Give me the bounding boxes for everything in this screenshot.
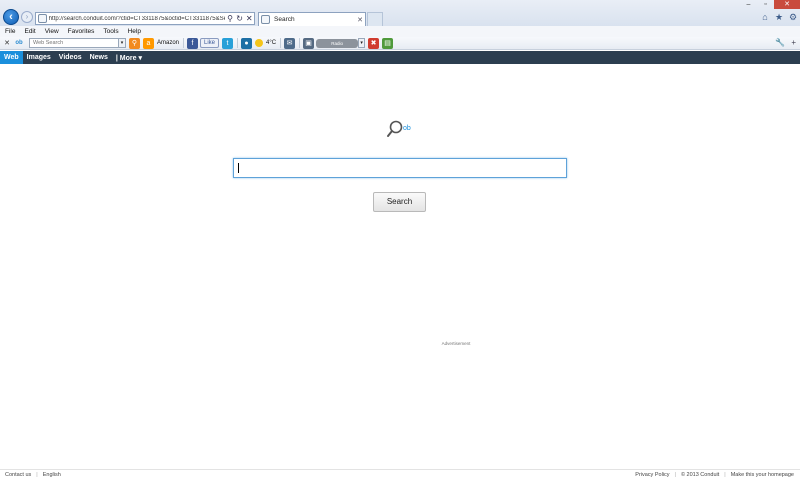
chevron-down-icon[interactable]: ▾ [119,38,126,48]
favorites-star-icon[interactable]: ★ [774,12,784,23]
toolbar-close-icon[interactable]: ✕ [2,39,12,47]
copyright-text: © 2013 Conduit [680,472,720,478]
radio-chevron-down-icon[interactable]: ▾ [358,38,366,48]
menu-edit[interactable]: Edit [24,26,44,37]
menu-view[interactable]: View [45,26,68,37]
settings-gear-icon[interactable]: ⚙ [788,12,798,23]
browser-chrome: ‹ › http://search.conduit.com/?ctid=CT33… [0,0,800,26]
tab-images[interactable]: Images [23,51,55,64]
facebook-like-button[interactable]: Like [200,38,220,48]
more-menu[interactable]: | More ▾ [112,54,146,62]
window-controls: – ▫ ✕ [740,0,800,9]
footer-divider: | [36,472,38,478]
menu-favorites[interactable]: Favorites [68,26,104,37]
app-icon[interactable]: ● [241,37,253,49]
tab-web[interactable]: Web [0,51,23,64]
back-arrow-icon[interactable]: ‹ [3,9,19,25]
refresh-icon[interactable]: ↻ [235,13,245,24]
add-icon[interactable]: + [791,38,796,47]
toolbar-divider [183,38,185,48]
tab-search[interactable]: Search ✕ [258,12,366,26]
weather-temp[interactable]: 4°C [266,40,276,46]
stop-icon[interactable]: ✕ [244,13,254,24]
menu-file[interactable]: File [5,26,24,37]
new-tab-button[interactable] [367,12,383,26]
trash-icon[interactable]: ✖ [368,37,380,49]
language-link[interactable]: English [43,472,61,478]
toolbar-app-icon[interactable]: ▣ [303,37,315,49]
tab-title: Search [274,16,295,23]
minimize-button[interactable]: – [740,0,757,9]
maximize-button[interactable]: ▫ [757,0,774,9]
contact-us-link[interactable]: Contact us [5,472,31,478]
wrench-icon[interactable]: 🔧 [775,38,785,47]
privacy-policy-link[interactable]: Privacy Policy [635,472,669,478]
weather-sun-icon[interactable] [255,39,264,47]
forward-arrow-icon[interactable]: › [21,11,33,23]
facebook-icon[interactable]: f [187,37,199,49]
footer-divider: | [674,472,676,478]
address-search-icon[interactable]: ⚲ [225,13,235,24]
tab-news[interactable]: News [86,51,112,64]
footer: Contact us | English Privacy Policy | © … [0,469,800,480]
page-favicon-icon [38,14,47,23]
close-window-button[interactable]: ✕ [774,0,800,9]
tab-favicon-icon [261,15,270,24]
footer-divider: | [724,472,726,478]
search-category-nav: Web Images Videos News | More ▾ [0,51,800,64]
url-text[interactable]: http://search.conduit.com/?ctid=CT331187… [49,16,226,22]
amazon-link[interactable]: Amazon [157,40,179,46]
browser-right-icons: ⌂ ★ ⚙ [760,12,798,23]
menu-tools[interactable]: Tools [103,26,127,37]
toolbar-divider [299,38,301,48]
search-button[interactable]: Search [373,192,426,212]
toolbar-divider [237,38,239,48]
tab-close-icon[interactable]: ✕ [355,16,365,24]
menu-bar: File Edit View Favorites Tools Help [0,26,800,37]
radio-player[interactable]: Radio [316,38,359,48]
search-logo: ob [386,119,416,139]
toolbar-search-icon[interactable]: ⚲ [129,37,140,49]
menu-help[interactable]: Help [128,26,150,37]
make-homepage-link[interactable]: Make this your homepage [731,472,794,478]
conduit-toolbar: ✕ ob ▾ ⚲ a Amazon f Like t ● 4°C ✉ ▣ Rad… [0,37,800,50]
toolbar-logo[interactable]: ob [12,40,26,46]
advertisement-label: Advertisement [441,341,471,346]
toolbar-green-icon[interactable]: ▤ [382,37,394,49]
amazon-icon[interactable]: a [143,37,154,49]
magnifier-logo-icon [387,120,403,137]
address-bar[interactable]: http://search.conduit.com/?ctid=CT331187… [35,12,255,25]
text-caret [238,163,239,173]
home-icon[interactable]: ⌂ [760,12,770,23]
toolbar-divider [280,38,282,48]
tab-videos[interactable]: Videos [55,51,86,64]
logo-text: ob [403,125,411,132]
toolbar-right-icons: 🔧 + [775,38,796,47]
email-notifier-icon[interactable]: ✉ [284,37,296,49]
twitter-icon[interactable]: t [222,37,234,49]
main-search-input[interactable] [233,158,567,178]
toolbar-search-input[interactable] [29,38,119,48]
